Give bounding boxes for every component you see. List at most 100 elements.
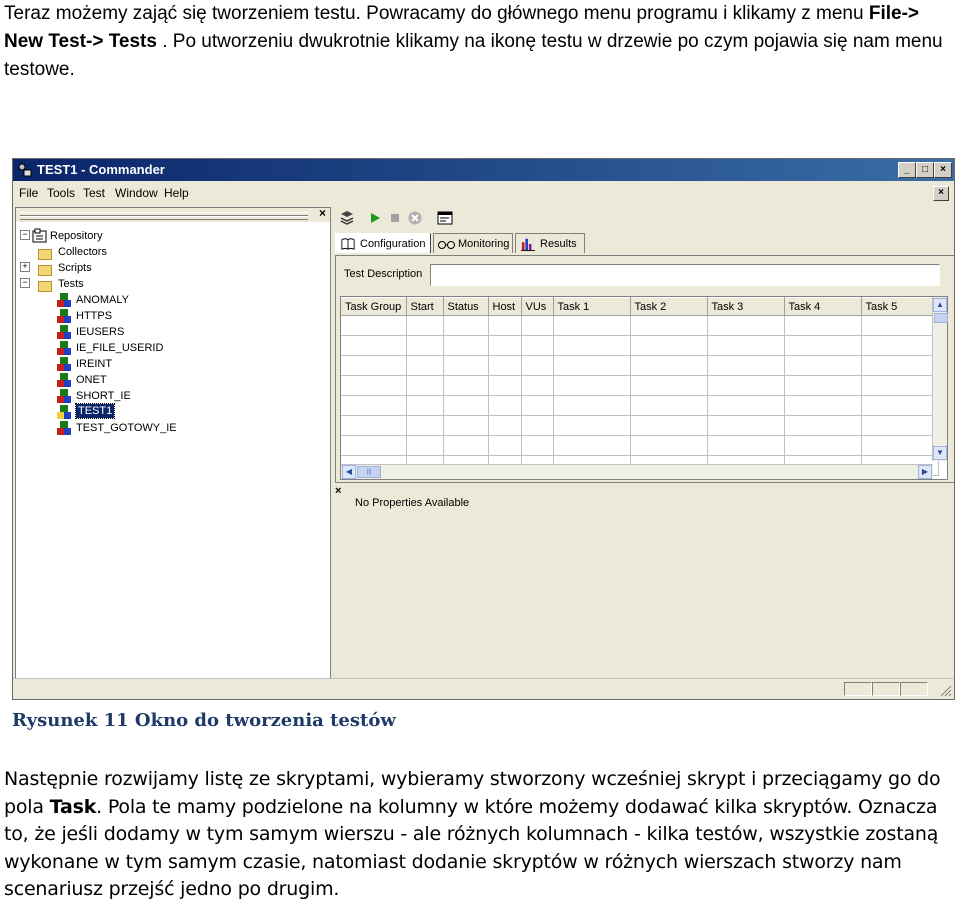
grid-cell[interactable] [630, 355, 708, 376]
stop-icon[interactable] [387, 210, 403, 226]
grid-cell[interactable] [341, 415, 407, 436]
tree-test-item[interactable]: TEST_GOTOWY_IE [76, 420, 177, 436]
test-description-input[interactable] [431, 266, 937, 284]
grid-cell[interactable] [784, 375, 862, 396]
scroll-right-button[interactable]: ▶ [918, 465, 932, 479]
grid-cell[interactable] [443, 395, 489, 416]
grid-cell[interactable] [521, 395, 554, 416]
grid-cell[interactable] [553, 375, 631, 396]
menu-test[interactable]: Test [83, 186, 105, 200]
grid-cell[interactable] [406, 355, 444, 376]
grid-cell[interactable] [443, 415, 489, 436]
grid-cell[interactable] [488, 375, 522, 396]
grid-cell[interactable] [553, 435, 631, 456]
tab-results[interactable]: Results [515, 233, 585, 253]
grid-cell[interactable] [861, 355, 939, 376]
grid-vertical-scrollbar[interactable]: ▲ ▼ [932, 297, 948, 461]
grid-cell[interactable] [861, 315, 939, 336]
grid-cell[interactable] [630, 315, 708, 336]
minimize-button[interactable]: _ [898, 162, 916, 178]
column-header[interactable]: Status [443, 297, 489, 316]
grid-cell[interactable] [707, 335, 785, 356]
grid-cell[interactable] [630, 335, 708, 356]
maximize-button[interactable]: □ [916, 162, 934, 178]
scripts-expand-toggle[interactable]: + [20, 262, 30, 272]
tree-collectors[interactable]: Collectors [58, 244, 107, 260]
column-header[interactable]: Task 4 [784, 297, 862, 316]
grid-cell[interactable] [861, 375, 939, 396]
table-row[interactable] [341, 415, 939, 436]
tests-collapse-toggle[interactable]: − [20, 278, 30, 288]
grid-cell[interactable] [553, 315, 631, 336]
scroll-left-button[interactable]: ◀ [342, 465, 356, 479]
grid-cell[interactable] [341, 335, 407, 356]
column-header[interactable]: Task 2 [630, 297, 708, 316]
grid-cell[interactable] [521, 335, 554, 356]
grid-cell[interactable] [784, 315, 862, 336]
grid-cell[interactable] [341, 355, 407, 376]
tree-test-item[interactable]: HTTPS [76, 308, 112, 324]
tree-test-item[interactable]: IEUSERS [76, 324, 124, 340]
grid-cell[interactable] [784, 395, 862, 416]
grid-cell[interactable] [406, 335, 444, 356]
grid-cell[interactable] [521, 415, 554, 436]
grid-cell[interactable] [553, 355, 631, 376]
grid-cell[interactable] [341, 315, 407, 336]
grid-cell[interactable] [784, 355, 862, 376]
tree-test-item[interactable]: ONET [76, 372, 107, 388]
play-icon[interactable] [367, 210, 383, 226]
grid-cell[interactable] [553, 335, 631, 356]
scroll-thumb[interactable] [934, 313, 948, 323]
grid-cell[interactable] [707, 355, 785, 376]
menu-tools[interactable]: Tools [47, 186, 75, 200]
grid-cell[interactable] [406, 435, 444, 456]
grid-cell[interactable] [861, 415, 939, 436]
grid-cell[interactable] [707, 315, 785, 336]
hscroll-thumb[interactable]: ||| [357, 466, 381, 478]
grid-cell[interactable] [488, 335, 522, 356]
menu-window[interactable]: Window [115, 186, 158, 200]
grid-cell[interactable] [707, 415, 785, 436]
mdi-close-button[interactable]: × [933, 186, 949, 201]
grid-cell[interactable] [630, 415, 708, 436]
grid-cell[interactable] [861, 395, 939, 416]
grid-cell[interactable] [406, 415, 444, 436]
tree-tests[interactable]: Tests [58, 276, 84, 292]
window-icon[interactable] [437, 210, 453, 226]
table-row[interactable] [341, 435, 939, 456]
column-header[interactable]: Task 1 [553, 297, 631, 316]
save-icon[interactable] [339, 210, 355, 226]
grid-cell[interactable] [406, 315, 444, 336]
properties-close-icon[interactable]: × [335, 485, 341, 497]
tree-scripts[interactable]: Scripts [58, 260, 92, 276]
table-row[interactable] [341, 395, 939, 416]
grid-horizontal-scrollbar[interactable]: ◀ ||| ▶ [341, 464, 933, 479]
scroll-down-button[interactable]: ▼ [933, 446, 947, 460]
tree-test-item[interactable]: TEST1 [74, 403, 116, 419]
grid-cell[interactable] [443, 355, 489, 376]
table-row[interactable] [341, 315, 939, 336]
close-button[interactable]: × [934, 162, 952, 178]
grid-cell[interactable] [521, 375, 554, 396]
grid-cell[interactable] [443, 375, 489, 396]
grid-cell[interactable] [630, 395, 708, 416]
grid-cell[interactable] [553, 395, 631, 416]
pane-close-icon[interactable]: × [319, 206, 326, 220]
grid-cell[interactable] [443, 315, 489, 336]
grid-cell[interactable] [707, 375, 785, 396]
table-row[interactable] [341, 375, 939, 396]
column-header[interactable]: VUs [521, 297, 554, 316]
column-header[interactable]: Host [488, 297, 522, 316]
grid-cell[interactable] [521, 355, 554, 376]
grid-cell[interactable] [443, 435, 489, 456]
grid-cell[interactable] [784, 415, 862, 436]
abort-icon[interactable] [407, 210, 423, 226]
menu-help[interactable]: Help [164, 186, 189, 200]
grid-cell[interactable] [488, 355, 522, 376]
column-header[interactable]: Start [406, 297, 444, 316]
grid-cell[interactable] [861, 435, 939, 456]
resize-grip-icon[interactable] [938, 683, 952, 697]
grid-cell[interactable] [406, 395, 444, 416]
grid-cell[interactable] [784, 435, 862, 456]
tab-monitoring[interactable]: Monitoring [433, 233, 513, 253]
